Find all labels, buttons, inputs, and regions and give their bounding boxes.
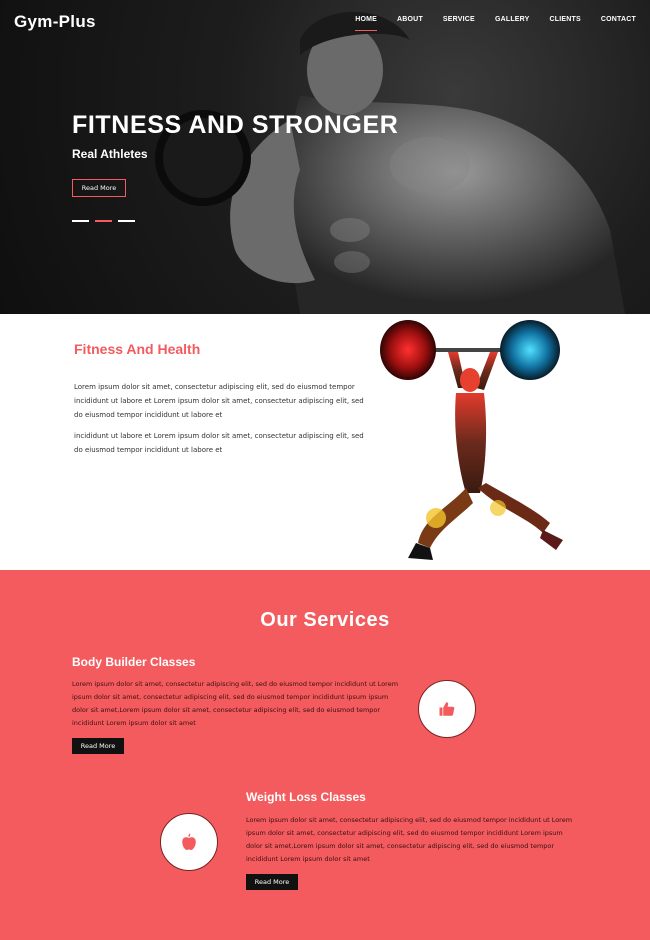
service-1-icon-circle [418, 680, 476, 738]
service-title-2: Weight Loss Classes [246, 790, 366, 804]
hero-subtitle: Real Athletes [72, 147, 148, 161]
hero-title: FITNESS AND STRONGER [72, 111, 399, 139]
nav-about[interactable]: ABOUT [397, 16, 423, 31]
services-section: Our Services Body Builder Classes Lorem … [0, 570, 650, 940]
hero-banner: Gym-Plus HOME ABOUT SERVICE GALLERY CLIE… [0, 0, 650, 314]
about-section: Fitness And Health Lorem ipsum dolor sit… [0, 314, 650, 570]
about-title: Fitness And Health [74, 341, 201, 357]
nav-service[interactable]: SERVICE [443, 16, 475, 31]
nav-gallery[interactable]: GALLERY [495, 16, 530, 31]
main-nav: HOME ABOUT SERVICE GALLERY CLIENTS CONTA… [355, 16, 636, 31]
weightlifter-image [380, 320, 563, 560]
services-title: Our Services [260, 609, 390, 631]
nav-home[interactable]: HOME [355, 16, 378, 31]
about-paragraph-1: Lorem ipsum dolor sit amet, consectetur … [74, 383, 364, 419]
slider-dot-3[interactable] [118, 220, 135, 222]
service-2-icon-circle [160, 813, 218, 871]
slider-dot-2[interactable] [95, 220, 112, 222]
nav-contact[interactable]: CONTACT [601, 16, 636, 31]
slider-dot-1[interactable] [72, 220, 89, 222]
service-text-2: Lorem ipsum dolor sit amet, consectetur … [246, 816, 573, 863]
thumbs-up-icon [439, 702, 455, 716]
about-paragraph-2: incididunt ut labore et Lorem ipsum dolo… [74, 432, 364, 454]
brand-logo[interactable]: Gym-Plus [14, 12, 96, 32]
service-title-1: Body Builder Classes [72, 655, 196, 669]
nav-clients[interactable]: CLIENTS [550, 16, 581, 31]
apple-icon [182, 833, 196, 850]
hero-read-more-button[interactable]: Read More [72, 179, 126, 197]
service-text-1: Lorem ipsum dolor sit amet, consectetur … [72, 680, 399, 727]
service-1-read-more-button[interactable]: Read More [72, 738, 124, 754]
service-2-read-more-button[interactable]: Read More [246, 874, 298, 890]
slider-indicators [72, 220, 135, 222]
